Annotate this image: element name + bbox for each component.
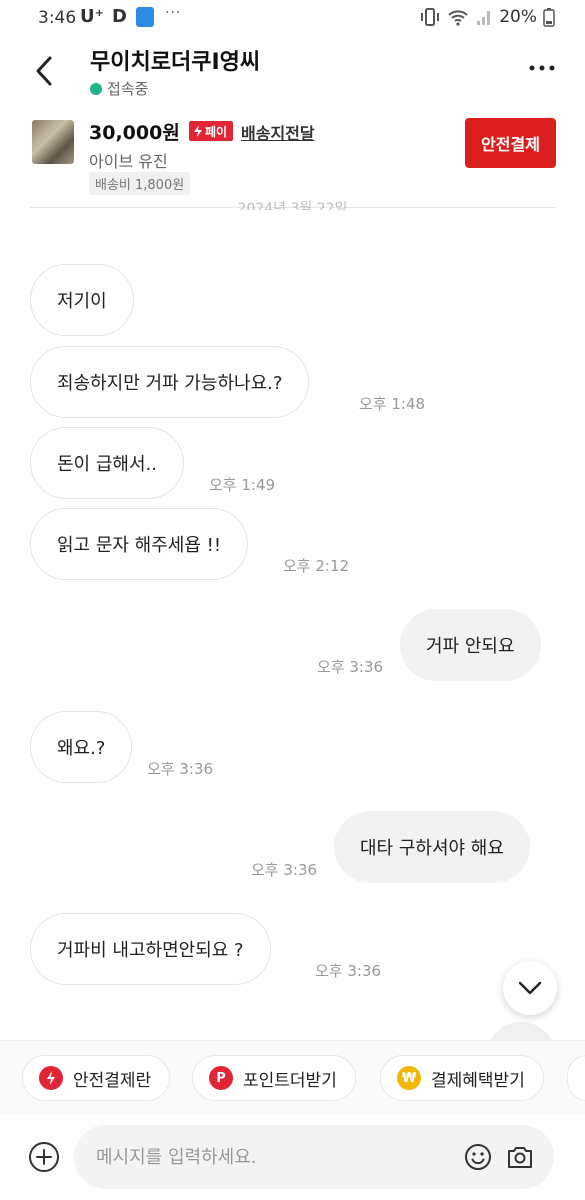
signal-icon bbox=[477, 11, 491, 25]
point-p-icon: P bbox=[209, 1066, 233, 1090]
message-bubble-received[interactable]: 왜요.? bbox=[30, 711, 133, 783]
battery-percent: 20% bbox=[499, 7, 537, 27]
delivery-link[interactable]: 배송지전달 bbox=[241, 120, 315, 144]
vibrate-icon bbox=[421, 8, 440, 26]
message-time: 오후 3:36 bbox=[251, 861, 318, 879]
battery-icon bbox=[543, 8, 555, 27]
lightning-icon bbox=[194, 125, 202, 137]
message-bubble-sent[interactable]: 거파 안되요 bbox=[400, 609, 541, 681]
quick-action-label: 안전결제란 bbox=[73, 1070, 152, 1091]
product-thumbnail[interactable] bbox=[32, 120, 74, 164]
chevron-down-icon bbox=[518, 981, 542, 995]
quick-action-safe-pay[interactable]: 안전결제란 bbox=[22, 1055, 171, 1101]
app-notification-icon bbox=[136, 7, 154, 27]
product-summary[interactable]: 30,000원 페이 배송지전달 아이브 유진 배송비 1,800원 안전결제 bbox=[0, 110, 585, 202]
scroll-to-bottom-button[interactable] bbox=[503, 961, 557, 1015]
emoji-icon[interactable] bbox=[464, 1143, 492, 1171]
message-time: 오후 2:12 bbox=[283, 557, 350, 575]
status-time: 3:46 bbox=[38, 8, 77, 28]
carrier-extra-label: D bbox=[112, 6, 127, 27]
shipping-fee-badge: 배송비 1,800원 bbox=[89, 172, 191, 195]
won-coin-icon: ₩ bbox=[397, 1066, 421, 1090]
product-price: 30,000원 bbox=[89, 122, 180, 144]
chat-partner-name: 무이치로더쿠I영씨 bbox=[90, 50, 261, 75]
chat-header: 무이치로더쿠I영씨 접속중 bbox=[0, 36, 585, 106]
quick-action-label: 결제혜택받기 bbox=[431, 1070, 525, 1091]
more-options-icon[interactable] bbox=[527, 58, 557, 78]
online-status-label: 접속중 bbox=[107, 80, 149, 98]
quick-action-benefits[interactable]: ₩ 결제혜택받기 bbox=[380, 1055, 544, 1101]
quick-action-label: 포인트더받기 bbox=[243, 1070, 337, 1091]
add-attachment-icon[interactable] bbox=[28, 1141, 60, 1173]
message-bubble-received[interactable]: 저기이 bbox=[30, 264, 134, 336]
camera-icon[interactable] bbox=[506, 1143, 534, 1171]
message-time: 오후 3:36 bbox=[315, 962, 382, 980]
message-bubble-received[interactable]: 읽고 문자 해주세욥 !! bbox=[30, 508, 249, 580]
message-bubble-received[interactable]: 죄송하지만 거파 가능하나요.? bbox=[30, 346, 310, 418]
message-bubble-received[interactable]: 돈이 급해서.. bbox=[30, 427, 184, 499]
more-notifications-icon: ··· bbox=[165, 5, 182, 21]
lightning-icon bbox=[39, 1066, 63, 1090]
pay-badge: 페이 bbox=[189, 121, 234, 141]
message-time: 오후 1:48 bbox=[359, 395, 426, 413]
message-time: 오후 3:36 bbox=[317, 658, 384, 676]
safe-pay-button[interactable]: 안전결제 bbox=[465, 118, 556, 168]
message-bubble-sent[interactable]: 대타 구하셔야 해요 bbox=[334, 811, 530, 883]
message-bubble-received[interactable]: 거파비 내고하면안되요 ? bbox=[30, 913, 271, 985]
online-status: 접속중 bbox=[90, 78, 148, 99]
online-dot-icon bbox=[90, 82, 102, 95]
wifi-icon bbox=[448, 10, 468, 26]
quick-action-points[interactable]: P 포인트더받기 bbox=[192, 1055, 356, 1101]
pay-badge-label: 페이 bbox=[205, 124, 228, 139]
carrier-label: U⁺ bbox=[80, 6, 105, 27]
back-arrow-icon[interactable] bbox=[28, 54, 62, 88]
status-bar: 3:46 U⁺ D ··· 20% bbox=[0, 0, 585, 36]
message-time: 오후 1:49 bbox=[209, 476, 276, 494]
quick-action-bar: 안전결제란 P 포인트더받기 ₩ 결제혜택받기 bbox=[0, 1040, 585, 1116]
message-input-bar bbox=[0, 1115, 585, 1200]
quick-action-more[interactable] bbox=[567, 1055, 585, 1101]
date-divider-label: 2024년 3월 22일 bbox=[237, 201, 348, 210]
message-time: 오후 3:36 bbox=[147, 760, 214, 778]
product-name: 아이브 유진 bbox=[89, 152, 168, 171]
